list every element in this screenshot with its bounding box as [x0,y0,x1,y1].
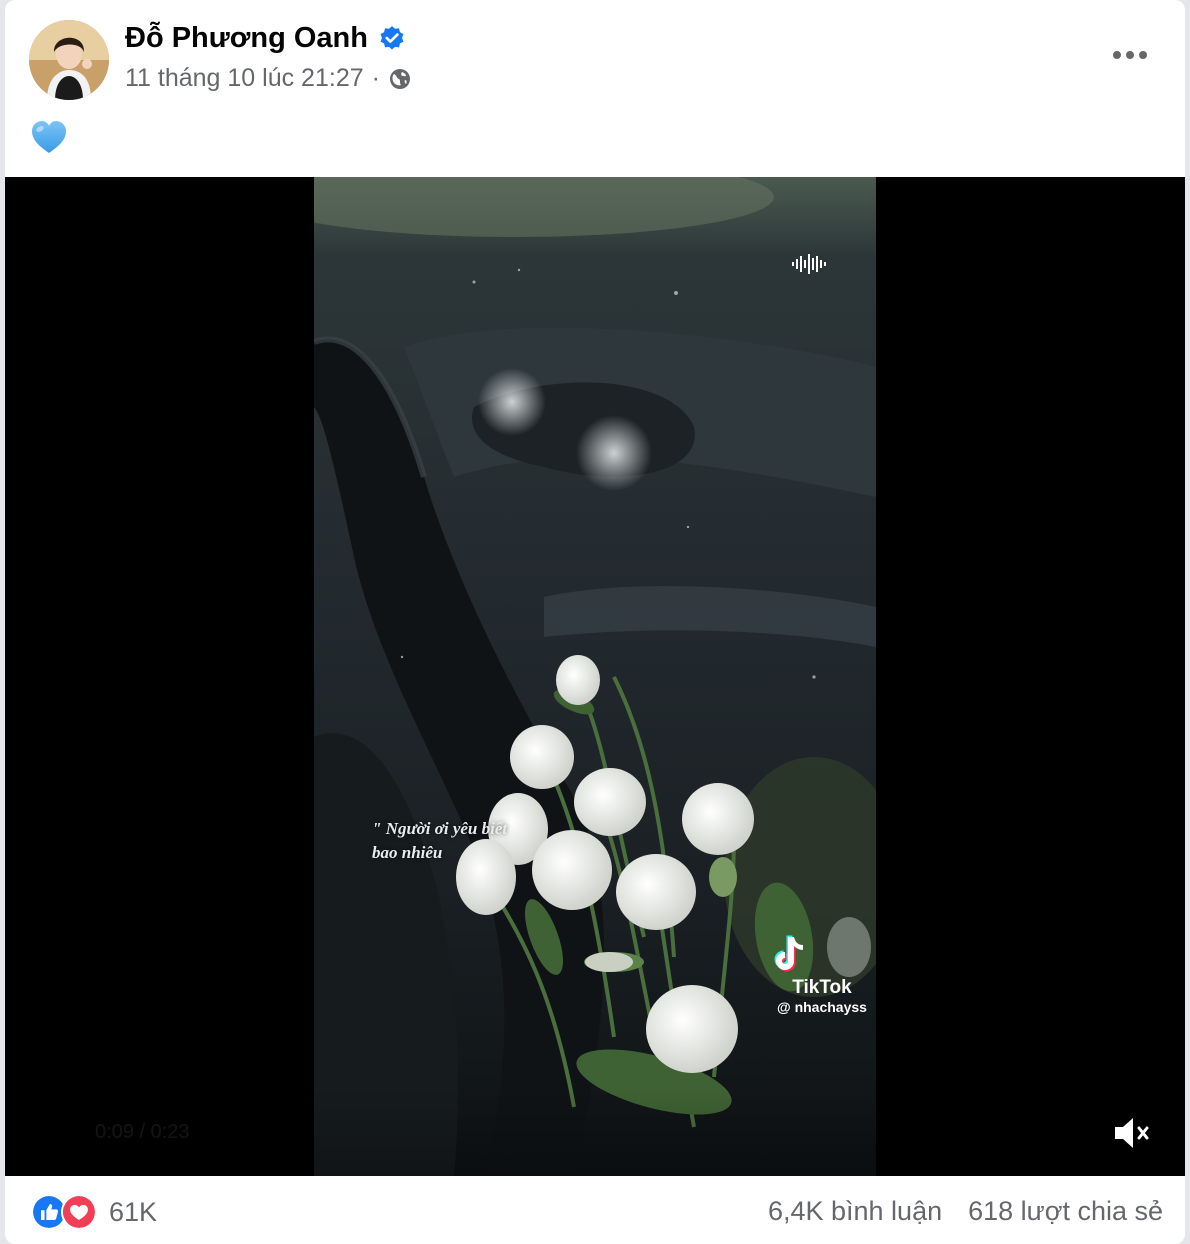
love-reaction-icon [61,1194,97,1230]
tiktok-watermark: TikTok @ nhachayss [772,935,872,1015]
author-row: Đỗ Phương Oanh [125,22,406,55]
more-dot-icon [1113,51,1121,59]
post-header: Đỗ Phương Oanh 11 tháng 10 lúc 21:27 · [5,0,1185,170]
tiktok-logo-icon [774,935,803,972]
more-options-button[interactable] [1105,40,1155,70]
avatar[interactable] [29,20,109,100]
post-meta: 11 tháng 10 lúc 21:27 · [125,64,412,93]
audio-wave-icon [792,254,826,274]
author-name[interactable]: Đỗ Phương Oanh [125,22,368,55]
post-card: Đỗ Phương Oanh 11 tháng 10 lúc 21:27 · "… [5,0,1185,1244]
reaction-count: 61K [109,1196,158,1227]
comments-count-link[interactable]: 6,4K bình luận [768,1196,942,1227]
globe-icon[interactable] [388,67,412,91]
video-lyric-overlay: " Người ơi yêu biết bao nhiêu [372,817,507,865]
shares-count-link[interactable]: 618 lượt chia sẻ [968,1196,1163,1227]
lyric-line-2: bao nhiêu [372,843,443,862]
post-timestamp[interactable]: 11 tháng 10 lúc 21:27 [125,64,364,93]
reactions-summary[interactable]: 61K [31,1194,157,1230]
more-dot-icon [1126,51,1134,59]
blue-heart-icon [32,121,66,153]
lyric-line-1: " Người ơi yêu biết [372,819,508,838]
engagement-stats: 6,4K bình luận 618 lượt chia sẻ [768,1196,1163,1227]
tiktok-brand-label: TikTok [792,977,852,998]
video-frame: " Người ơi yêu biết bao nhiêu TikTok @ n… [314,177,876,1176]
more-dot-icon [1139,51,1147,59]
post-footer: 61K 6,4K bình luận 618 lượt chia sẻ [5,1176,1185,1244]
tiktok-handle-label: @ nhachayss [777,999,867,1015]
video-player[interactable]: " Người ơi yêu biết bao nhiêu TikTok @ n… [5,177,1185,1176]
verified-badge-icon [380,25,404,49]
video-timecode: 0:09 / 0:23 [95,1121,190,1143]
muted-speaker-icon[interactable] [1111,1111,1155,1155]
meta-separator: · [371,64,380,92]
